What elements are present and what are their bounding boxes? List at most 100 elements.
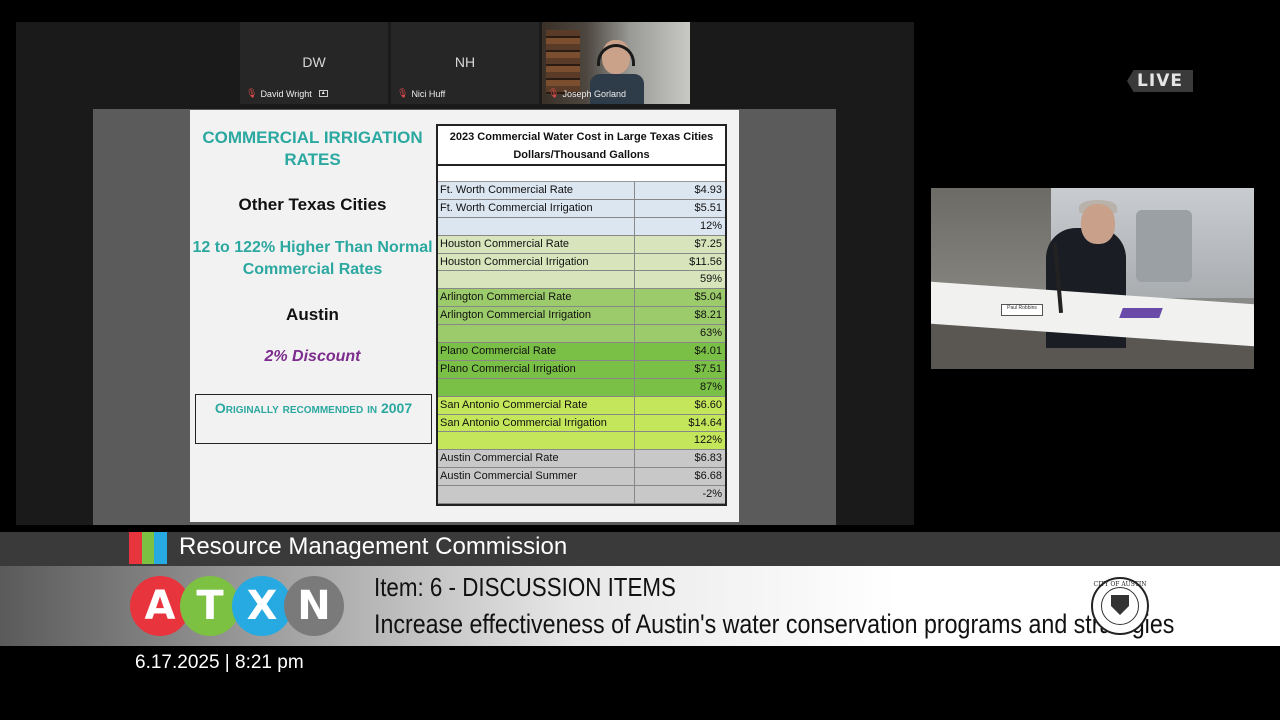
participant-name-label: David Wright xyxy=(260,88,312,99)
stripe-red xyxy=(129,532,142,564)
table-row: Ft. Worth Commercial Rate $4.93 xyxy=(438,182,725,200)
table-cell-value: -2% xyxy=(702,488,722,501)
table-row: 12% xyxy=(438,217,725,236)
table-row: Plano Commercial Irrigation $7.51 xyxy=(438,360,725,379)
table-row: -2% xyxy=(438,486,725,505)
water-cost-table: 2023 Commercial Water Cost in Large Texa… xyxy=(436,124,727,507)
table-cell-label: Austin Commercial Summer xyxy=(438,468,635,486)
table-row: 59% xyxy=(438,271,725,290)
table-subtitle: Dollars/Thousand Gallons xyxy=(513,149,650,161)
table-cell-value: $11.56 xyxy=(689,255,722,268)
table-cell-label xyxy=(438,325,635,343)
table-row: 63% xyxy=(438,325,725,344)
table-cell-value: 59% xyxy=(699,273,722,286)
table-row: San Antonio Commercial Rate $6.60 xyxy=(438,396,725,415)
bookshelf-background xyxy=(546,30,580,94)
table-cell-label: Austin Commercial Rate xyxy=(438,450,635,468)
table-cell-value: 63% xyxy=(699,327,722,340)
table-cell-label: Plano Commercial Rate xyxy=(438,343,635,360)
mic-muted-icon: 🎙︎ xyxy=(397,88,409,98)
table-row: Arlington Commercial Irrigation $8.21 xyxy=(438,307,725,326)
table-cell-label: Arlington Commercial Rate xyxy=(438,289,635,307)
table-row: Austin Commercial Summer $6.68 xyxy=(438,468,725,487)
participant-tile-david-wright[interactable]: DW 🎙︎ David Wright ▴ xyxy=(240,22,388,104)
screen-share-icon: ▴ xyxy=(318,90,328,97)
table-row: Ft. Worth Commercial Irrigation $5.51 xyxy=(438,199,725,218)
table-cell-label: Ft. Worth Commercial Rate xyxy=(438,182,635,199)
table-cell-label: Plano Commercial Irrigation xyxy=(438,360,635,378)
atxn-logo-x: X xyxy=(232,576,292,636)
city-of-austin-seal-icon: CITY OF AUSTIN xyxy=(1091,577,1149,635)
participant-initials: NH xyxy=(454,54,476,70)
slide-originally-box: Originally recommended in 2007 xyxy=(195,394,432,444)
table-cell-label xyxy=(438,271,635,289)
table-cell-value: $7.51 xyxy=(694,362,722,375)
table-cell-value: $14.64 xyxy=(688,416,722,429)
table-row: 122% xyxy=(438,432,725,451)
table-cell-value: $6.60 xyxy=(694,398,722,411)
table-cell-label xyxy=(438,378,635,396)
participant-tile-joseph-gorland[interactable]: 🎙︎ Joseph Gorland xyxy=(542,22,690,104)
participant-name-label: Joseph Gorland xyxy=(562,88,626,99)
table-cell-value: $6.68 xyxy=(694,470,722,483)
presentation-slide: COMMERCIAL IRRIGATION RATES Other Texas … xyxy=(190,110,739,522)
participant-strip: DW 🎙︎ David Wright ▴ NH 🎙︎ Nici Huff 🎙︎ … xyxy=(240,22,690,104)
table-header: 2023 Commercial Water Cost in Large Texa… xyxy=(438,126,725,166)
participant-initials: DW xyxy=(302,54,326,70)
slide-other-cities: Other Texas Cities xyxy=(238,195,387,214)
table-title: 2023 Commercial Water Cost in Large Texa… xyxy=(449,131,714,143)
table-cell-label: San Antonio Commercial Irrigation xyxy=(438,414,635,432)
table-cell-value: 12% xyxy=(699,219,722,232)
slide-title: COMMERCIAL IRRIGATION RATES xyxy=(202,128,423,169)
slide-higher-text: 12 to 122% Higher Than Normal Commercial… xyxy=(192,239,433,278)
table-cell-label: San Antonio Commercial Rate xyxy=(438,396,635,414)
table-cell-value: 122% xyxy=(693,434,722,447)
table-cell-value: $5.51 xyxy=(694,201,722,214)
table-row: Houston Commercial Rate $7.25 xyxy=(438,235,725,254)
table-cell-label: Ft. Worth Commercial Irrigation xyxy=(438,199,635,217)
table-cell-label xyxy=(438,217,635,235)
brand-stripes xyxy=(129,532,168,564)
participant-name: 🎙︎ David Wright ▴ xyxy=(246,88,328,99)
table-cell-label: Houston Commercial Irrigation xyxy=(438,253,635,271)
table-cell-value: $8.21 xyxy=(694,309,722,322)
speaker-face xyxy=(1081,204,1115,244)
atxn-logo-n: N xyxy=(284,576,344,636)
table-cell-label xyxy=(438,486,635,504)
table-cell-label: Arlington Commercial Irrigation xyxy=(438,307,635,325)
table-body: Ft. Worth Commercial Rate $4.93 Ft. Worth … xyxy=(438,182,725,505)
table-cell-value: $5.04 xyxy=(694,291,722,304)
table-row: Austin Commercial Rate $6.83 xyxy=(438,450,725,469)
commission-name: Resource Management Commission xyxy=(179,533,568,560)
table-cell-label: Houston Commercial Rate xyxy=(438,235,635,253)
camera-chair xyxy=(1136,210,1192,282)
table-cell-value: 87% xyxy=(699,380,722,393)
stripe-blue xyxy=(154,532,168,564)
chamber-camera-feed: Paul Robbins xyxy=(931,188,1254,369)
agenda-item-description: Increase effectiveness of Austin's water… xyxy=(374,609,1175,639)
stripe-green xyxy=(141,532,155,564)
participant-name-label: Nici Huff xyxy=(411,88,446,99)
live-badge: LIVE xyxy=(1127,70,1193,92)
slide-austin: Austin xyxy=(286,305,339,324)
broadcast-datetime: 6.17.2025 | 8:21 pm xyxy=(135,652,304,673)
table-spacer xyxy=(438,166,725,182)
papers xyxy=(1119,308,1163,318)
table-row: Plano Commercial Rate $4.01 xyxy=(438,343,725,361)
table-cell-value: $7.25 xyxy=(694,237,722,250)
table-row: Arlington Commercial Rate $5.04 xyxy=(438,289,725,308)
table-row: San Antonio Commercial Irrigation $14.64 xyxy=(438,414,725,433)
atxn-logo-t: T xyxy=(180,576,240,636)
participant-tile-nici-huff[interactable]: NH 🎙︎ Nici Huff xyxy=(391,22,539,104)
table-row: Houston Commercial Irrigation $11.56 xyxy=(438,253,725,272)
mic-muted-icon: 🎙︎ xyxy=(548,88,560,98)
agenda-item-title: Item: 6 - DISCUSSION ITEMS xyxy=(374,572,676,602)
table-row: 87% xyxy=(438,378,725,397)
participant-name: 🎙︎ Joseph Gorland xyxy=(548,88,626,99)
mic-muted-icon: 🎙︎ xyxy=(246,88,258,98)
table-cell-value: $6.83 xyxy=(694,452,722,465)
table-cell-value: $4.93 xyxy=(694,184,722,196)
slide-discount: 2% Discount xyxy=(264,348,361,365)
nameplate: Paul Robbins xyxy=(1001,304,1043,316)
table-cell-label xyxy=(438,432,635,450)
